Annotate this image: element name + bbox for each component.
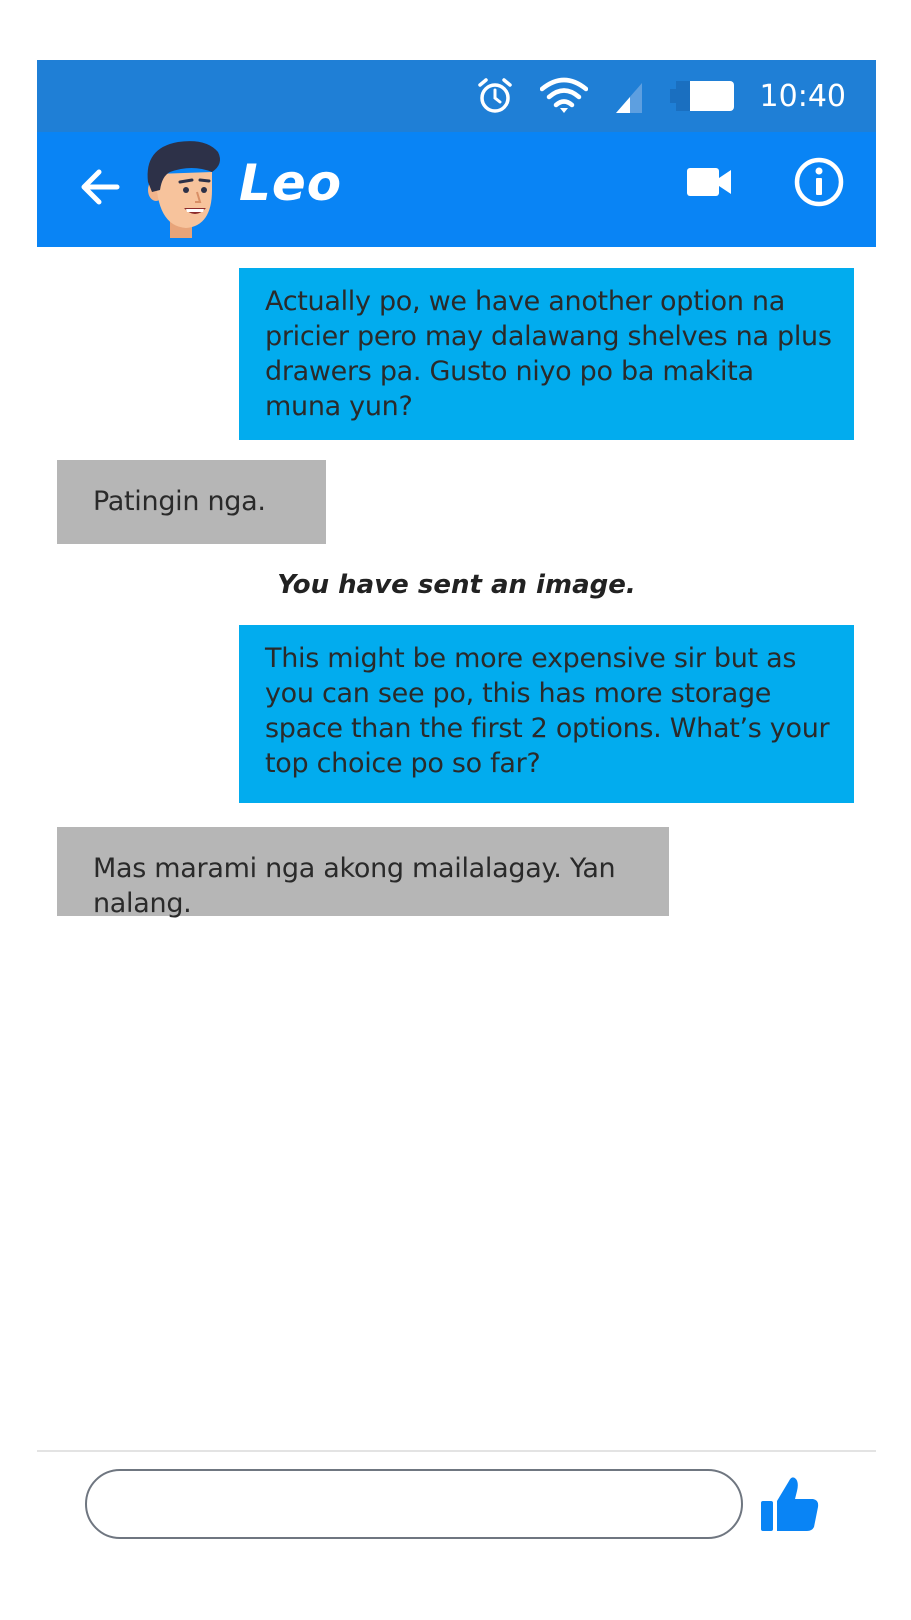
thumbs-up-icon xyxy=(759,1473,821,1535)
received-message[interactable]: Patingin nga. xyxy=(57,460,326,544)
sent-message[interactable]: This might be more expensive sir but as … xyxy=(239,625,854,803)
back-arrow-icon xyxy=(75,162,125,212)
video-call-button[interactable] xyxy=(685,162,735,202)
alarm-icon xyxy=(476,77,514,115)
system-notice: You have sent an image. xyxy=(277,570,636,600)
composer-divider xyxy=(37,1450,876,1452)
like-button[interactable] xyxy=(759,1473,821,1535)
chat-header: Leo xyxy=(37,132,876,247)
status-time: 10:40 xyxy=(759,78,846,114)
sent-message[interactable]: Actually po, we have another option na p… xyxy=(239,268,854,440)
status-icons: 10:40 xyxy=(476,70,846,122)
avatar[interactable] xyxy=(140,138,224,238)
battery-icon xyxy=(669,79,734,113)
chat-screen: 10:40 Leo Actually po, we have another o… xyxy=(37,60,876,1620)
back-button[interactable] xyxy=(75,162,125,212)
wifi-icon xyxy=(539,77,588,115)
contact-name[interactable]: Leo xyxy=(239,154,342,212)
video-call-icon xyxy=(685,162,735,202)
status-bar: 10:40 xyxy=(37,60,876,132)
signal-icon xyxy=(614,77,644,115)
message-input[interactable] xyxy=(85,1469,743,1539)
received-message[interactable]: Mas marami nga akong mailalagay. Yan nal… xyxy=(57,827,669,919)
info-button[interactable] xyxy=(793,156,845,208)
info-icon xyxy=(793,156,845,208)
